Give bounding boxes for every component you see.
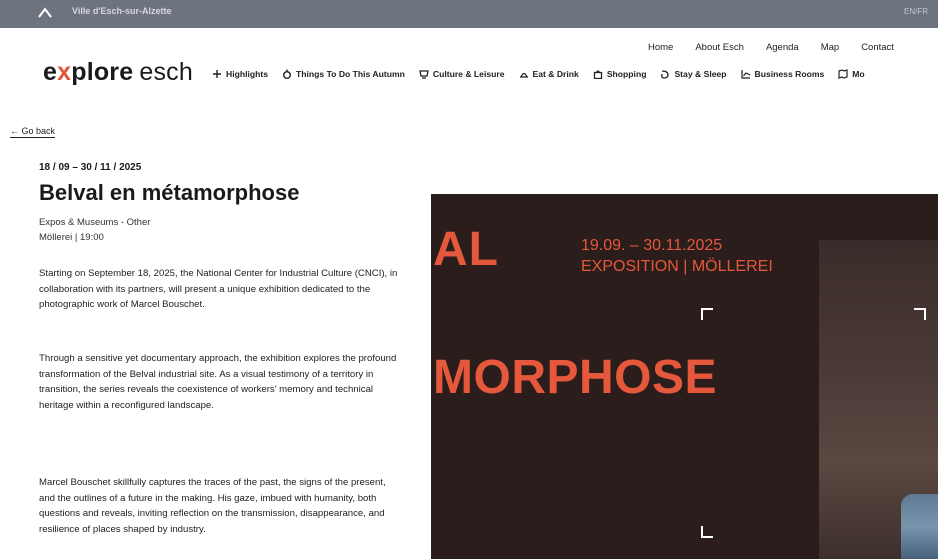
poster-date-line: 19.09. – 30.11.2025 [581, 237, 723, 254]
frame-corner-top-left [701, 308, 713, 320]
frame-corner-top-right [914, 308, 926, 320]
bag-icon [593, 70, 602, 79]
utility-nav: Home About Esch Agenda Map Contact [648, 42, 908, 53]
poster-title-top: AL [433, 223, 499, 276]
brand-logo[interactable]: explore esch [43, 58, 193, 87]
util-nav-about[interactable]: About Esch [695, 42, 744, 53]
top-bar: Ville d'Esch-sur-Alzette EN/FR [0, 0, 938, 28]
description-paragraph-1: Starting on September 18, 2025, the Nati… [39, 268, 398, 310]
frame-corner-bottom-left [701, 526, 713, 538]
city-link[interactable]: Ville d'Esch-sur-Alzette [72, 6, 172, 16]
go-back-link[interactable]: ← Go back [10, 126, 56, 138]
cloche-icon [519, 72, 528, 78]
theatre-icon [419, 70, 429, 79]
description-paragraph-3: Marcel Bouschet skillfully captures the … [39, 477, 386, 535]
nav-item-autumn[interactable]: Things To Do This Autumn [282, 69, 405, 79]
event-location-time: Möllerei | 19:00 [39, 232, 104, 243]
util-nav-map[interactable]: Map [821, 42, 839, 53]
city-logo-icon[interactable] [37, 6, 53, 18]
page-title: Belval en métamorphose [39, 180, 300, 205]
sparkle-icon [213, 70, 221, 78]
nav-item-business[interactable]: Business Rooms [740, 69, 824, 79]
main-nav: Highlights Things To Do This Autumn Cult… [212, 69, 879, 79]
nav-item-highlights[interactable]: Highlights [212, 69, 268, 79]
poster-figure [901, 494, 938, 559]
util-nav-home[interactable]: Home [648, 42, 673, 53]
nav-item-stay[interactable]: Stay & Sleep [660, 69, 727, 79]
description-paragraph-2: Through a sensitive yet documentary appr… [39, 353, 397, 411]
nav-item-culture[interactable]: Culture & Leisure [419, 69, 505, 79]
event-dates: 18 / 09 – 30 / 11 / 2025 [39, 162, 142, 173]
nav-item-shopping[interactable]: Shopping [593, 69, 646, 79]
event-category: Expos & Museums - Other [39, 217, 151, 228]
nav-item-more[interactable]: Mo [838, 69, 865, 79]
chart-icon [740, 70, 750, 79]
poster-exhibit-line: EXPOSITION | MÖLLEREI [581, 258, 773, 275]
nav-item-eat[interactable]: Eat & Drink [519, 69, 579, 79]
bed-icon [661, 70, 670, 79]
util-nav-contact[interactable]: Contact [861, 42, 894, 53]
util-nav-agenda[interactable]: Agenda [766, 42, 799, 53]
event-poster-image: AL MORPHOSE 19.09. – 30.11.2025 EXPOSITI… [431, 194, 938, 559]
leaf-icon [283, 69, 292, 79]
poster-title-bottom: MORPHOSE [433, 351, 718, 404]
map-icon [838, 69, 848, 79]
language-switch[interactable]: EN/FR [904, 7, 928, 16]
